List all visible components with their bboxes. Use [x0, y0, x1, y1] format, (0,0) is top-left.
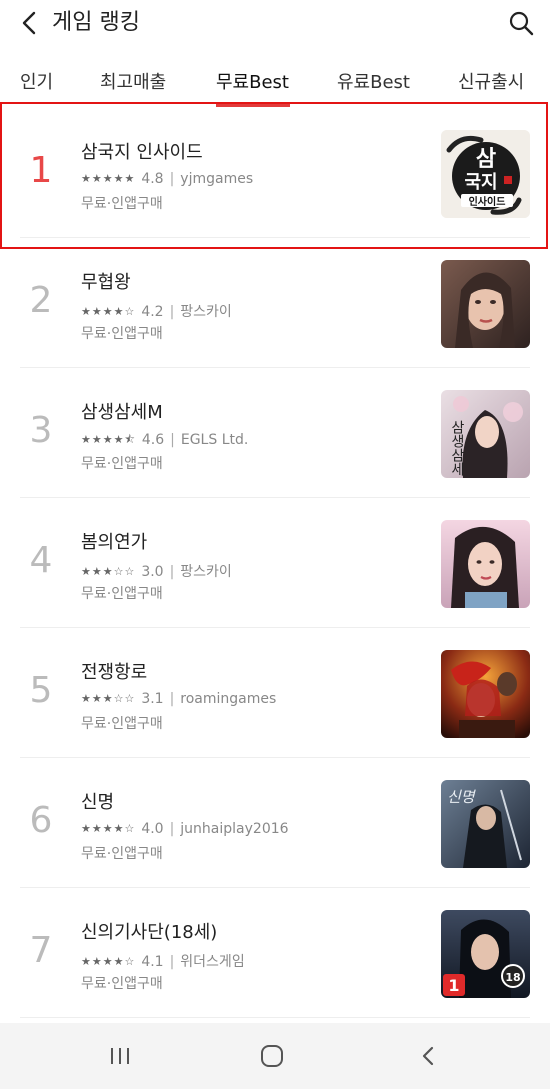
chevron-left-icon — [22, 11, 36, 35]
rank-number: 7 — [29, 930, 53, 971]
recents-icon — [111, 1048, 129, 1064]
price-info: 무료·인앱구매 — [81, 846, 163, 862]
list-item[interactable]: 2 무협왕 ★★★★☆ 4.2 | 팡스카이 무료·인앱구매 — [0, 238, 550, 368]
rating-value: 4.0 — [141, 821, 164, 837]
publisher: roamingames — [180, 691, 277, 707]
samsaeng-samse-art-icon: 삼생삼세 — [441, 390, 530, 478]
star-rating-icon: ★★★☆☆ — [81, 565, 136, 578]
game-icon[interactable] — [441, 650, 530, 738]
rating-value: 4.6 — [141, 432, 165, 448]
game-meta: ★★★★☆ 4.1 | 위더스게임 — [81, 954, 245, 970]
list-item[interactable]: 6 신명 ★★★★☆ 4.0 | junhaiplay2016 무료·인앱구매 신명 — [0, 758, 550, 888]
game-icon[interactable]: 신명 — [441, 780, 530, 868]
price-info: 무료·인앱구매 — [81, 326, 163, 342]
game-icon[interactable] — [441, 260, 530, 348]
rating-value: 3.0 — [141, 564, 164, 580]
rank-number: 2 — [29, 280, 53, 321]
game-meta: ★★★★☆ 4.0 | junhaiplay2016 — [81, 821, 289, 837]
star-rating-icon: ★★★★☆ — [81, 305, 136, 318]
list-item[interactable]: 3 삼생삼세M ★★★★⯪ 4.6 | EGLS Ltd. 무료·인앱구매 삼생삼세 — [0, 368, 550, 498]
list-item[interactable]: 7 신의기사단(18세) ★★★★☆ 4.1 | 위더스게임 무료·인앱구매 1 18 — [0, 888, 550, 1018]
game-name: 신명 — [81, 792, 115, 813]
game-icon[interactable] — [441, 520, 530, 608]
svg-text:18: 18 — [505, 971, 520, 984]
back-icon — [422, 1046, 434, 1066]
game-name: 삼생삼세M — [81, 402, 163, 423]
recents-button[interactable] — [100, 1041, 140, 1071]
rating-value: 4.1 — [141, 954, 164, 970]
woman-portrait-icon — [441, 260, 530, 348]
rank-number: 3 — [29, 410, 53, 451]
tab-popular[interactable]: 인기 — [20, 68, 53, 94]
game-meta: ★★★★⯪ 4.6 | EGLS Ltd. — [81, 432, 249, 448]
star-rating-icon: ★★★★⯪ — [81, 433, 136, 446]
nav-back-button[interactable] — [408, 1041, 448, 1071]
star-rating-icon: ★★★☆☆ — [81, 692, 136, 705]
rating-value: 4.2 — [141, 304, 164, 320]
publisher: 팡스카이 — [180, 564, 232, 580]
publisher: junhaiplay2016 — [180, 821, 289, 837]
publisher: 팡스카이 — [180, 304, 232, 320]
search-button[interactable] — [506, 8, 536, 38]
woman-portrait-icon — [441, 520, 530, 608]
price-info: 무료·인앱구매 — [81, 586, 163, 602]
price-info: 무료·인앱구매 — [81, 716, 163, 732]
game-meta: ★★★☆☆ 3.1 | roamingames — [81, 691, 277, 707]
game-meta: ★★★★☆ 4.2 | 팡스카이 — [81, 304, 232, 320]
rank-number: 4 — [29, 540, 53, 581]
page-title: 게임 랭킹 — [52, 10, 140, 35]
price-info: 무료·인앱구매 — [81, 976, 163, 992]
svg-text:1: 1 — [448, 976, 459, 995]
swordsman-art-icon: 신명 — [441, 780, 530, 868]
tab-free-best[interactable]: 무료Best — [216, 68, 289, 94]
svg-text:삼생삼세: 삼생삼세 — [449, 420, 465, 476]
tab-new-releases[interactable]: 신규출시 — [458, 68, 524, 94]
game-icon[interactable]: 1 18 — [441, 910, 530, 998]
game-name: 무협왕 — [81, 272, 131, 293]
game-name: 봄의연가 — [81, 532, 148, 553]
app-header: 게임 랭킹 — [0, 0, 550, 50]
row-divider — [20, 1017, 530, 1018]
rating-value: 3.1 — [141, 691, 164, 707]
search-icon — [509, 11, 534, 36]
price-info: 무료·인앱구매 — [81, 456, 163, 472]
star-rating-icon: ★★★★☆ — [81, 822, 136, 835]
rank-number: 6 — [29, 800, 53, 841]
list-item[interactable]: 5 전쟁항로 ★★★☆☆ 3.1 | roamingames 무료·인앱구매 — [0, 628, 550, 758]
tab-paid-best[interactable]: 유료Best — [337, 68, 410, 94]
home-button[interactable] — [252, 1041, 292, 1071]
game-icon[interactable]: 삼생삼세 — [441, 390, 530, 478]
tab-top-grossing[interactable]: 최고매출 — [100, 68, 166, 94]
publisher: 위더스게임 — [180, 954, 245, 970]
warrior-art-icon — [441, 650, 530, 738]
list-item[interactable]: 4 봄의연가 ★★★☆☆ 3.0 | 팡스카이 무료·인앱구매 — [0, 498, 550, 628]
home-icon — [261, 1045, 283, 1067]
category-tabs: 인기 최고매출 무료Best 유료Best 신규출시 — [0, 60, 550, 107]
game-name: 전쟁항로 — [81, 662, 148, 683]
dark-heroine-art-icon: 1 18 — [441, 910, 530, 998]
svg-text:신명: 신명 — [447, 788, 477, 806]
system-navbar — [0, 1023, 550, 1089]
rank-number: 5 — [29, 670, 53, 711]
publisher: EGLS Ltd. — [180, 432, 249, 448]
selection-highlight — [0, 102, 548, 249]
game-meta: ★★★☆☆ 3.0 | 팡스카이 — [81, 564, 232, 580]
game-name: 신의기사단(18세) — [81, 922, 218, 943]
star-rating-icon: ★★★★☆ — [81, 955, 136, 968]
back-button[interactable] — [16, 8, 46, 38]
